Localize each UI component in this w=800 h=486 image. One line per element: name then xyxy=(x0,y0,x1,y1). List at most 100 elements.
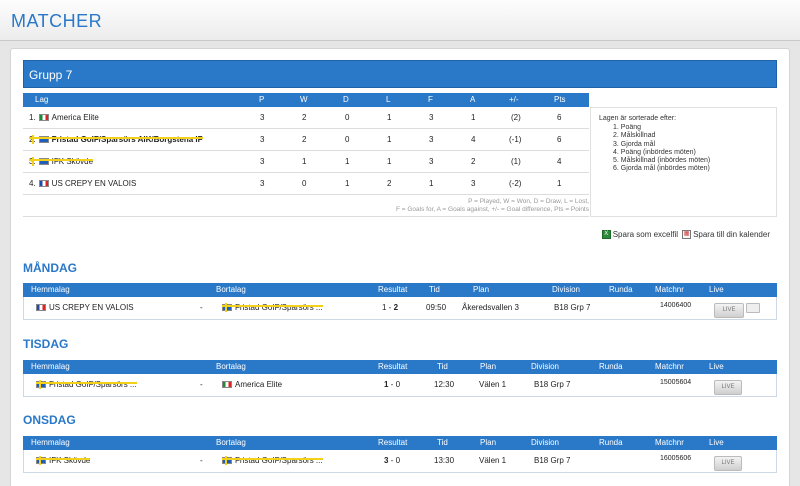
tv-icon[interactable] xyxy=(746,303,760,313)
lost: 1 xyxy=(387,113,392,122)
sorting-item: 2. Målskillnad xyxy=(613,132,656,140)
sorting-info: Lagen är sorterade efter: 1. Poäng 2. Må… xyxy=(590,107,777,217)
export-actions: X Spara som excelfil ▦ Spara till din ka… xyxy=(601,230,770,239)
excel-icon: X xyxy=(601,230,611,239)
day-heading: MÅNDAG xyxy=(23,261,77,275)
standings-row[interactable]: 3. IFK Skövde 3 1 1 1 3 2 (1) 4 xyxy=(23,151,589,173)
match-plan: Välen 1 xyxy=(479,380,507,389)
sorting-item: 3. Gjorda mål xyxy=(613,140,656,148)
standings-legend: P = Played, W = Won, D = Draw, L = Lost,… xyxy=(23,195,589,217)
result: 3 - 0 xyxy=(384,456,401,465)
played: 3 xyxy=(260,179,265,188)
sweden-flag-icon xyxy=(222,304,232,311)
team-name[interactable]: America Elite xyxy=(52,113,99,122)
france-flag-icon xyxy=(36,304,46,311)
page-header: MATCHER xyxy=(0,0,800,41)
sweden-flag-icon xyxy=(38,158,49,165)
match-number: 15005604 xyxy=(660,379,692,386)
sorting-item: 6. Gjorda mål (inbördes möten) xyxy=(613,165,710,173)
col-d: D xyxy=(343,95,349,104)
legend-line: P = Played, W = Won, D = Draw, L = Lost, xyxy=(468,198,589,205)
match-time: 13:30 xyxy=(434,456,455,465)
won: 2 xyxy=(302,135,307,144)
sorting-heading: Lagen är sorterade efter: xyxy=(599,115,677,122)
goals-against: 1 xyxy=(471,113,476,122)
calendar-icon: ▦ xyxy=(682,230,692,239)
points: 6 xyxy=(557,113,562,122)
goals-for: 1 xyxy=(429,179,434,188)
sweden-flag-icon xyxy=(222,457,232,464)
sorting-list: 1. Poäng 2. Målskillnad 3. Gjorda mål 4.… xyxy=(613,124,710,174)
live-button[interactable]: LIVE xyxy=(714,456,742,471)
goal-diff: (1) xyxy=(511,157,521,166)
match-division: B18 Grp 7 xyxy=(534,456,571,465)
match-time: 12:30 xyxy=(434,380,455,389)
team-separator: - xyxy=(200,380,203,389)
goals-for: 3 xyxy=(429,135,434,144)
matches-header: Hemmalag Bortalag Resultat Tid Plan Divi… xyxy=(23,283,777,297)
col-pts: Pts xyxy=(554,95,566,104)
sweden-flag-icon xyxy=(36,381,46,388)
team-separator: - xyxy=(200,303,203,312)
standings-row[interactable]: 4. US CREPY EN VALOIS 3 0 1 2 1 3 (-2) 1 xyxy=(23,173,589,195)
standings-row[interactable]: 1. America Elite 3 2 0 1 3 1 (2) 6 xyxy=(23,107,589,129)
matches-header: Hemmalag Bortalag Resultat Tid Plan Divi… xyxy=(23,436,777,450)
match-number: 14006400 xyxy=(660,302,692,309)
played: 3 xyxy=(260,157,265,166)
day-heading: TISDAG xyxy=(23,337,69,351)
live-button[interactable]: LIVE xyxy=(714,303,744,318)
group-title: Grupp 7 xyxy=(29,68,73,82)
mexico-flag-icon xyxy=(222,381,232,388)
matches-header: Hemmalag Bortalag Resultat Tid Plan Divi… xyxy=(23,360,777,374)
points: 6 xyxy=(557,135,562,144)
home-team[interactable]: US CREPY EN VALOIS xyxy=(49,303,134,312)
col-f: F xyxy=(428,95,433,104)
sweden-flag-icon xyxy=(36,457,46,464)
match-number: 16005606 xyxy=(660,455,692,462)
save-calendar-link[interactable]: ▦ Spara till din kalender xyxy=(682,230,770,239)
col-p: P xyxy=(259,95,265,104)
team-separator: - xyxy=(200,456,203,465)
draw: 0 xyxy=(345,135,350,144)
match-row[interactable]: Fristad GoIF/Sparsörs ... - America Elit… xyxy=(23,374,777,397)
draw: 1 xyxy=(345,179,350,188)
match-division: B18 Grp 7 xyxy=(534,380,571,389)
played: 3 xyxy=(260,135,265,144)
col-w: W xyxy=(300,95,308,104)
page-title: MATCHER xyxy=(11,11,103,31)
position: 4. xyxy=(29,179,36,188)
match-plan: Välen 1 xyxy=(479,456,507,465)
result: 1 - 0 xyxy=(384,380,401,389)
match-time: 09:50 xyxy=(426,303,447,312)
sorting-item: 4. Poäng (inbördes möten) xyxy=(613,148,696,156)
match-row[interactable]: IFK Skövde - Fristad GoIF/Sparsörs ... 3… xyxy=(23,450,777,473)
goals-for: 3 xyxy=(429,113,434,122)
goals-against: 4 xyxy=(471,135,476,144)
save-excel-link[interactable]: X Spara som excelfil xyxy=(601,230,678,239)
live-button[interactable]: LIVE xyxy=(714,380,742,395)
sweden-flag-icon xyxy=(38,136,49,143)
day-heading: ONSDAG xyxy=(23,413,76,427)
goal-diff: (-1) xyxy=(509,135,522,144)
match-plan: Åkeredsvallen 3 xyxy=(462,303,519,312)
goal-diff: (2) xyxy=(511,113,521,122)
result: 1 - 2 xyxy=(382,303,399,312)
position: 1. xyxy=(29,113,36,122)
standings-row[interactable]: 2. Fristad GoIF/Sparsörs AIK/Borgstena I… xyxy=(23,129,589,151)
legend-line: F = Goals for, A = Goals against, +/- = … xyxy=(395,206,589,213)
goals-against: 2 xyxy=(471,157,476,166)
france-flag-icon xyxy=(38,180,49,187)
group-title-bar: Grupp 7 xyxy=(23,60,777,88)
match-row[interactable]: US CREPY EN VALOIS - Fristad GoIF/Sparsö… xyxy=(23,297,777,320)
mexico-flag-icon xyxy=(38,114,49,121)
col-diff: +/- xyxy=(509,95,519,104)
goals-against: 3 xyxy=(471,179,476,188)
draw: 0 xyxy=(345,113,350,122)
standings-header: Lag P W D L F A +/- Pts xyxy=(23,93,589,107)
goals-for: 3 xyxy=(429,157,434,166)
played: 3 xyxy=(260,113,265,122)
won: 0 xyxy=(302,179,307,188)
col-lag: Lag xyxy=(35,95,49,104)
team-name[interactable]: US CREPY EN VALOIS xyxy=(52,179,137,188)
away-team[interactable]: America Elite xyxy=(235,380,282,389)
